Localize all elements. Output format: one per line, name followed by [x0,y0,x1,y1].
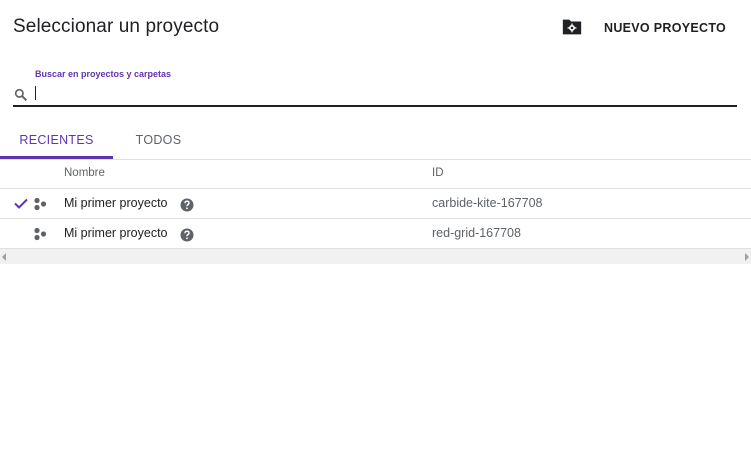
tab-recientes[interactable]: RECIENTES [0,122,113,159]
folder-settings-icon[interactable] [561,17,583,37]
project-icon [34,227,47,241]
scroll-right-arrow-icon[interactable] [745,253,749,261]
check-icon [14,198,28,209]
new-project-button[interactable]: NUEVO PROYECTO [596,14,734,42]
help-icon[interactable] [180,198,194,212]
project-id: red-grid-167708 [432,226,521,240]
search-icon [14,88,28,102]
search-underline [13,105,737,107]
column-header-id[interactable]: ID [432,167,444,179]
project-name[interactable]: Mi primer proyecto [64,196,168,210]
project-id: carbide-kite-167708 [432,196,543,210]
tabs-divider [0,159,751,160]
search-input[interactable] [34,85,734,103]
horizontal-scrollbar[interactable] [0,249,751,264]
dialog-title: Seleccionar un proyecto [13,16,220,37]
column-header-name[interactable]: Nombre [64,167,105,179]
text-cursor [35,86,36,100]
project-name[interactable]: Mi primer proyecto [64,226,168,240]
search-label: Buscar en proyectos y carpetas [35,69,172,79]
scroll-left-arrow-icon[interactable] [2,253,6,261]
tab-todos[interactable]: TODOS [113,122,204,159]
help-icon[interactable] [180,228,194,242]
project-icon [34,197,47,211]
table-row[interactable]: Mi primer proyecto red-grid-167708 [0,219,751,248]
table-row[interactable]: Mi primer proyecto carbide-kite-167708 [0,189,751,218]
